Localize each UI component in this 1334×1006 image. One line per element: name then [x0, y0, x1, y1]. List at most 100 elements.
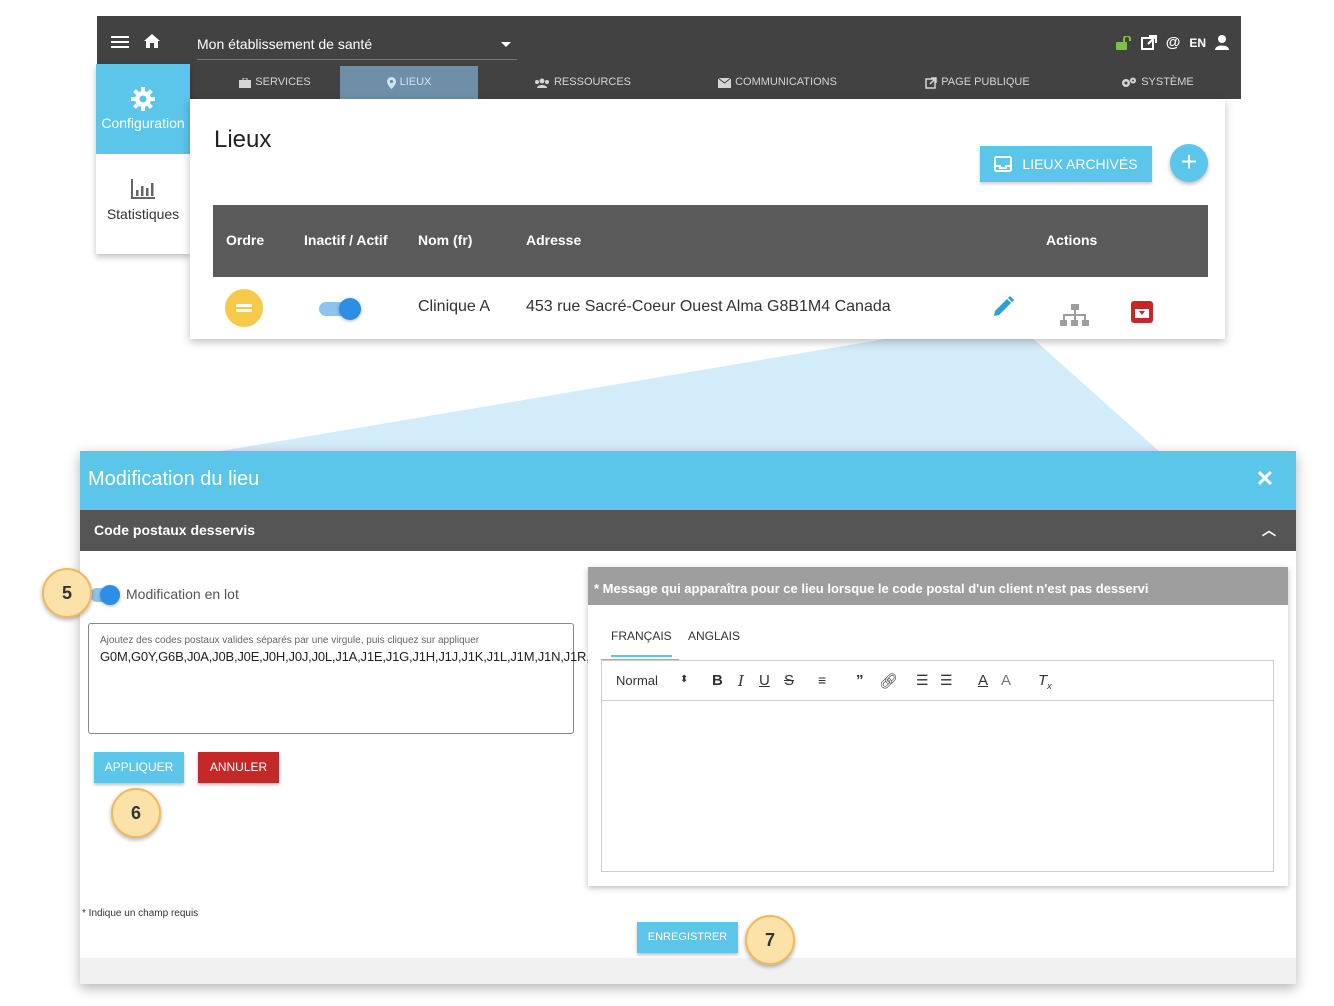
sidebar-item-label: Configuration: [101, 115, 185, 131]
column-header: Actions: [1046, 232, 1098, 248]
tab-label: RESSOURCES: [553, 76, 632, 88]
editor-toolbar: Normal ⬍ B I U S ≡ ” 🔗︎ ☰ ☰ A A Tx: [602, 661, 1273, 701]
table-header: Ordre Inactif / Actif Nom (fr) Adresse A…: [213, 205, 1208, 277]
user-icon[interactable]: [1215, 35, 1229, 50]
sitemap-icon[interactable]: [1060, 304, 1090, 328]
edit-location-modal: Modification du lieu ✕ Code postaux dess…: [80, 451, 1296, 984]
link-icon[interactable]: 🔗︎: [879, 672, 898, 690]
tab-anglais[interactable]: ANGLAIS: [688, 629, 740, 643]
clear-format-icon[interactable]: Tx: [1038, 672, 1052, 691]
tab-systeme[interactable]: SYSTÈME: [1110, 66, 1205, 99]
align-icon[interactable]: ≡: [818, 672, 826, 688]
background-color-icon[interactable]: A: [1001, 672, 1011, 689]
unserved-message-panel: * Message qui apparaîtra pour ce lieu lo…: [588, 567, 1288, 886]
sidebar-item-label: Statistiques: [106, 206, 180, 222]
step-marker-6: 6: [111, 788, 161, 838]
organization-name: Mon établissement de santé: [197, 36, 373, 52]
save-button[interactable]: ENREGISTRER: [637, 922, 738, 953]
archived-locations-button[interactable]: LIEUX ARCHIVÉS: [980, 146, 1152, 182]
bulk-edit-toggle[interactable]: [88, 584, 122, 606]
step-marker-7: 7: [745, 915, 795, 965]
tab-label: PAGE PUBLIQUE: [941, 76, 1030, 88]
tab-ressources[interactable]: RESSOURCES: [520, 66, 645, 99]
bar-chart-icon: [131, 179, 155, 199]
postal-codes-section-header[interactable]: Code postaux desservis ︿: [80, 510, 1296, 551]
external-link-icon[interactable]: [1140, 35, 1157, 50]
ordered-list-icon[interactable]: ☰: [916, 672, 929, 689]
tab-services[interactable]: SERVICES: [220, 66, 330, 99]
location-address: 453 rue Sacré-Coeur Ouest Alma G8B1M4 Ca…: [526, 298, 891, 315]
locations-table: Ordre Inactif / Actif Nom (fr) Adresse A…: [213, 205, 1208, 339]
sidebar: Configuration Statistiques: [96, 64, 190, 254]
column-header[interactable]: Ordre: [226, 232, 264, 248]
postal-codes-value: G0M,G0Y,G6B,J0A,J0B,J0E,J0H,J0J,J0L,J1A,…: [100, 649, 838, 664]
envelope-icon: [718, 77, 732, 88]
blockquote-icon[interactable]: ”: [856, 672, 864, 689]
step-marker-5: 5: [42, 568, 92, 618]
column-header[interactable]: Inactif / Actif: [304, 232, 388, 248]
tab-label: SYSTÈME: [1141, 76, 1194, 88]
tab-label: SERVICES: [255, 76, 311, 88]
bullet-list-icon[interactable]: ☰: [940, 672, 953, 689]
home-icon[interactable]: [144, 34, 160, 48]
postal-codes-placeholder: Ajoutez des codes postaux valides séparé…: [100, 635, 480, 646]
archive-location-button[interactable]: [1131, 301, 1153, 323]
tab-francais[interactable]: FRANÇAIS: [611, 629, 672, 657]
cogs-icon: [1122, 77, 1137, 87]
postal-codes-textarea[interactable]: Ajoutez des codes postaux valides séparé…: [88, 623, 838, 734]
tab-label: COMMUNICATIONS: [735, 76, 837, 88]
sidebar-item-configuration[interactable]: Configuration: [96, 64, 190, 154]
unlock-icon[interactable]: [1115, 35, 1132, 50]
organization-select[interactable]: Mon établissement de santé: [197, 30, 517, 60]
italic-icon[interactable]: I: [738, 672, 744, 690]
location-name: Clinique A: [418, 298, 491, 315]
edit-pencil-icon[interactable]: [992, 296, 1014, 318]
bold-icon[interactable]: B: [712, 672, 723, 689]
briefcase-icon: [239, 77, 252, 88]
archived-locations-label: LIEUX ARCHIVÉS: [1022, 156, 1138, 172]
apply-button[interactable]: APPLIQUER: [94, 752, 184, 783]
format-select[interactable]: Normal: [616, 673, 658, 688]
modal-footer: [80, 958, 1296, 984]
active-toggle[interactable]: [319, 297, 363, 321]
chevron-down-icon: [501, 42, 511, 47]
message-panel-title: * Message qui apparaîtra pour ce lieu lo…: [594, 581, 1149, 596]
bulk-edit-label: Modification en lot: [126, 586, 239, 602]
editor-content[interactable]: [602, 701, 1273, 871]
page-title: Lieux: [214, 126, 272, 153]
tab-label: LIEUX: [399, 76, 432, 88]
tab-communications[interactable]: COMMUNICATIONS: [705, 66, 850, 99]
locations-card: Lieux LIEUX ARCHIVÉS + Ordre Inactif / A…: [190, 99, 1225, 339]
main-tabs: SERVICES LIEUX RESSOURCES COMMUNICATIONS…: [190, 66, 1241, 99]
add-location-button[interactable]: +: [1170, 144, 1208, 182]
table-row: Clinique A 453 rue Sacré-Coeur Ouest Alm…: [213, 277, 1208, 339]
drag-handle-icon[interactable]: [225, 289, 263, 327]
rich-text-editor: Normal ⬍ B I U S ≡ ” 🔗︎ ☰ ☰ A A Tx: [601, 660, 1274, 872]
hamburger-menu-icon[interactable]: [111, 36, 129, 48]
map-marker-icon: [386, 76, 396, 89]
format-select-arrows-icon[interactable]: ⬍: [680, 674, 688, 685]
text-color-icon[interactable]: A: [978, 672, 988, 689]
topbar-actions: @ EN: [1115, 34, 1229, 51]
strikethrough-icon[interactable]: S: [784, 672, 794, 689]
modal-header: Modification du lieu ✕: [80, 451, 1296, 510]
archive-icon: [1135, 307, 1149, 318]
required-field-note: * Indique un champ requis: [82, 908, 199, 919]
sidebar-item-statistiques[interactable]: Statistiques: [96, 154, 190, 254]
tab-lieux[interactable]: LIEUX: [340, 66, 478, 99]
tab-page-publique[interactable]: PAGE PUBLIQUE: [915, 66, 1040, 99]
gear-icon: [131, 87, 155, 111]
chevron-up-icon[interactable]: ︿: [1262, 520, 1276, 540]
section-title: Code postaux desservis: [94, 522, 256, 538]
modal-title: Modification du lieu: [88, 468, 260, 490]
cancel-button[interactable]: ANNULER: [198, 752, 279, 783]
close-icon[interactable]: ✕: [1256, 466, 1274, 492]
underline-icon[interactable]: U: [759, 672, 770, 689]
users-icon: [534, 78, 549, 88]
top-app-bar: Mon établissement de santé @ EN: [97, 16, 1241, 66]
external-link-icon: [925, 76, 938, 89]
column-header[interactable]: Adresse: [526, 232, 581, 248]
column-header[interactable]: Nom (fr): [418, 232, 472, 248]
language-toggle[interactable]: EN: [1189, 36, 1206, 50]
email-icon[interactable]: @: [1166, 34, 1181, 51]
